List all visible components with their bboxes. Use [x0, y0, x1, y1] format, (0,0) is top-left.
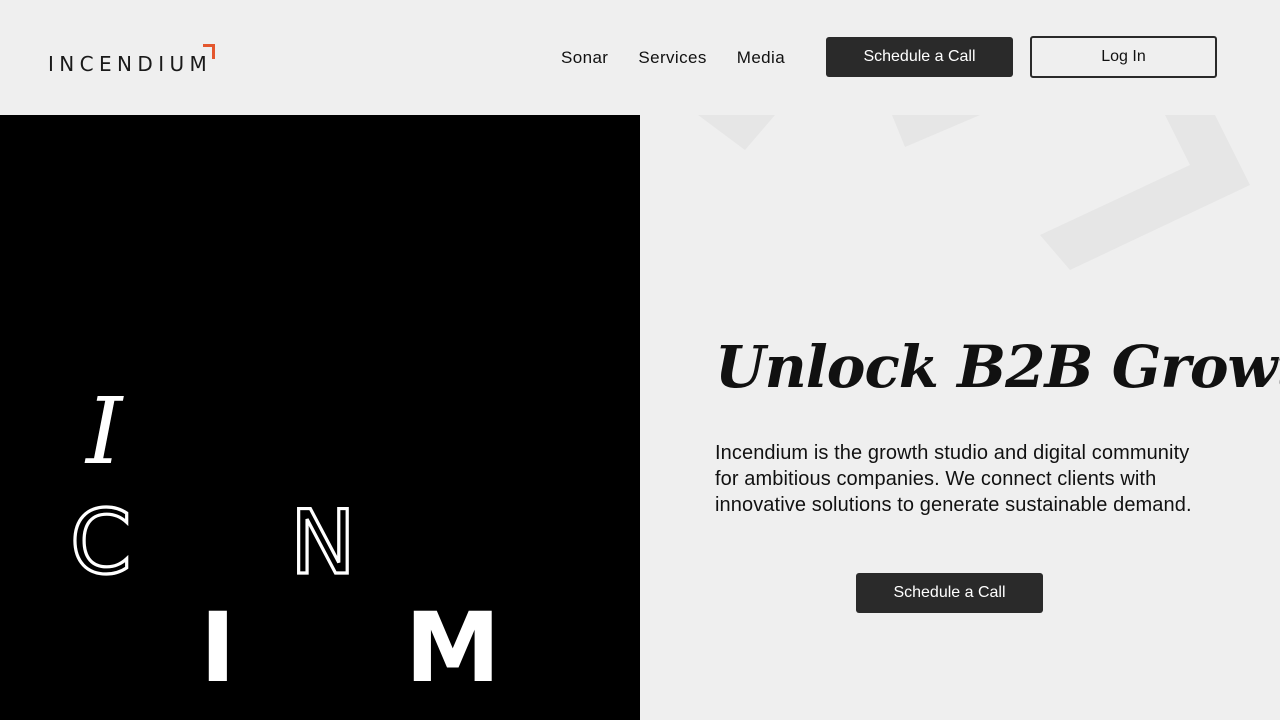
letter-n-outline: N: [290, 491, 356, 594]
letter-c-outline: C: [70, 491, 131, 594]
letter-i-italic: I: [84, 378, 124, 485]
letter-m-bold: M: [405, 592, 501, 704]
nav-link-sonar[interactable]: Sonar: [561, 48, 608, 68]
background-shapes: [698, 115, 1250, 270]
nav-link-services[interactable]: Services: [638, 48, 706, 68]
letter-i-bold: I: [200, 592, 236, 704]
bg-triangle-shape: [698, 115, 775, 150]
schedule-call-button[interactable]: Schedule a Call: [826, 37, 1013, 77]
main-nav: Sonar Services Media: [561, 48, 785, 68]
bg-chevron-shape: [1040, 115, 1250, 270]
login-button[interactable]: Log In: [1030, 36, 1217, 78]
letter-art-svg: I C N I M: [68, 378, 501, 704]
logo[interactable]: INCENDIUM: [48, 44, 216, 76]
logo-corner-mark-icon: [203, 44, 216, 59]
site-header: INCENDIUM Sonar Services Media Schedule …: [0, 0, 1280, 115]
hero-headline: Unlock B2B Growth: [715, 333, 1280, 401]
hero-description: Incendium is the growth studio and digit…: [715, 442, 1192, 516]
bg-sliver-shape: [892, 115, 980, 147]
hero-content: Unlock B2B Growth Incendium is the growt…: [640, 115, 1280, 720]
nav-link-media[interactable]: Media: [737, 48, 785, 68]
hero-letter-art: I C N I M: [0, 115, 640, 720]
logo-text: INCENDIUM: [48, 52, 213, 76]
hero-schedule-call-button[interactable]: Schedule a Call: [856, 573, 1043, 613]
